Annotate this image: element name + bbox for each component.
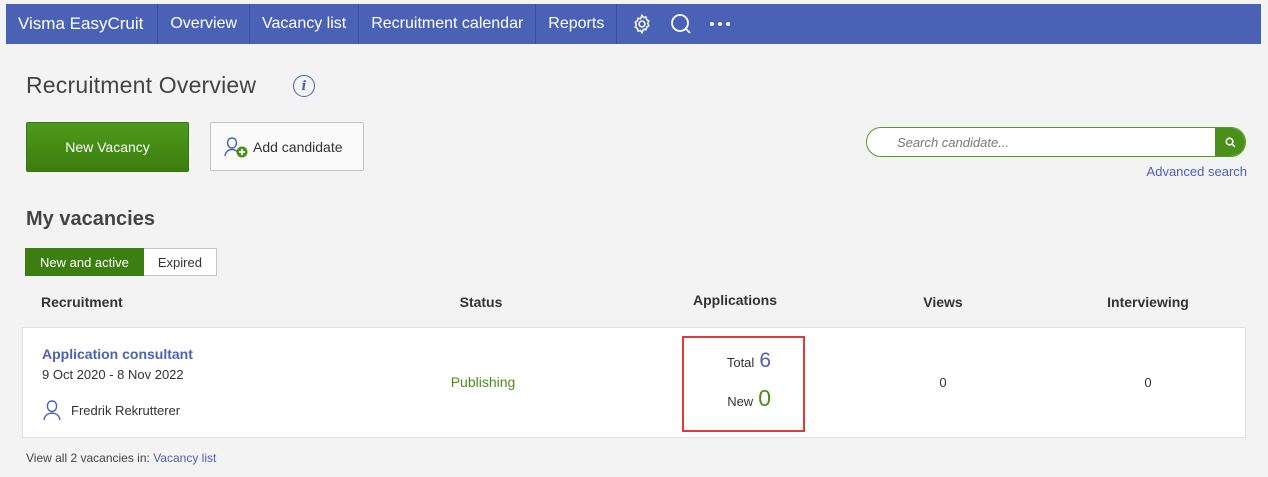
advanced-search-link[interactable]: Advanced search [1147,164,1247,179]
column-header-status: Status [459,294,503,310]
nav-item-recruitment-calendar[interactable]: Recruitment calendar [359,4,537,44]
add-user-icon [224,136,248,157]
view-all-vacancies: View all 2 vacancies in: Vacancy list [26,451,216,465]
nav-item-vacancy-list[interactable]: Vacancy list [250,4,360,44]
applications-new[interactable]: New 0 [727,385,771,412]
my-vacancies-title: My vacancies [26,208,155,230]
column-header-recruitment: Recruitment [41,294,123,310]
vacancy-tabs: New and active Expired [25,248,217,276]
tab-new-and-active[interactable]: New and active [25,248,144,276]
add-candidate-label: Add candidate [253,138,343,155]
vacancy-list-link[interactable]: Vacancy list [153,451,216,465]
search-candidate-button[interactable] [1215,128,1245,156]
applications-highlight: Total 6 New 0 [682,336,805,432]
search-icon[interactable] [661,4,701,44]
more-icon[interactable] [701,4,739,44]
column-header-applications: Applications [692,292,778,308]
column-header-views: Views [923,294,963,310]
table-row: Application consultant 9 Oct 2020 - 8 No… [22,327,1246,438]
nav-item-reports[interactable]: Reports [536,4,618,44]
search-candidate-input[interactable] [897,128,1207,156]
add-candidate-button[interactable]: Add candidate [210,122,364,171]
info-icon[interactable]: i [293,75,315,97]
nav-item-overview[interactable]: Overview [158,4,251,44]
view-all-label: View all 2 vacancies in: [26,451,150,465]
total-label: Total [726,355,755,370]
brand-logo[interactable]: Visma EasyCruit [6,4,159,44]
vacancy-recruiter: Fredrik Rekrutterer [42,399,180,421]
vacancy-dates: 9 Oct 2020 - 8 Nov 2022 [42,367,184,382]
vacancy-title-link[interactable]: Application consultant [42,346,193,362]
user-icon [43,400,61,421]
page-title: Recruitment Overview [26,72,257,98]
top-navigation: Visma EasyCruit Overview Vacancy list Re… [6,4,1261,44]
new-count: 0 [758,385,771,411]
column-header-interviewing: Interviewing [1107,294,1189,310]
status-badge: Publishing [450,374,516,390]
search-icon [1225,137,1235,147]
applications-total[interactable]: Total 6 [727,349,771,373]
views-count: 0 [939,375,947,390]
interviewing-count: 0 [1144,375,1152,390]
total-count: 6 [759,349,771,372]
search-candidate [866,127,1246,157]
tab-expired[interactable]: Expired [143,248,217,276]
new-vacancy-button[interactable]: New Vacancy [26,122,189,172]
new-label: New [727,394,754,409]
gear-icon[interactable] [617,4,661,44]
recruiter-name: Fredrik Rekrutterer [71,402,181,418]
